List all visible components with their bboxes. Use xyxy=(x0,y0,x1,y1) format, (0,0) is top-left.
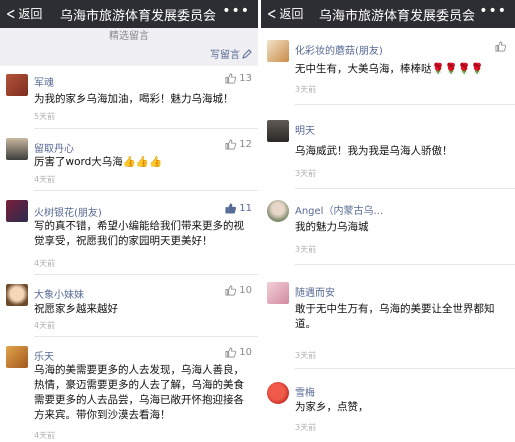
like-count: 13 xyxy=(239,73,252,84)
avatar[interactable] xyxy=(267,40,289,62)
avatar[interactable] xyxy=(267,282,289,304)
comment-text: 厉害了word大乌海👍👍👍 xyxy=(34,156,163,168)
write-bar: 写留言 xyxy=(0,46,258,66)
right-screen: < 返回 乌海市旅游体育发展委员会 ••• 化彩妆的蘑菇(朋友) 无中生有，大美… xyxy=(261,0,515,442)
comment-time: 4天前 xyxy=(34,431,56,440)
list-item: 随遇而安 敢于无中生万有，乌海的美要让全世界都知道。 3天前 xyxy=(261,280,515,370)
list-item: 留取丹心 12 厉害了word大乌海👍👍👍 4天前 xyxy=(0,136,258,188)
like-count: 12 xyxy=(239,139,252,150)
divider xyxy=(295,368,515,369)
comment-text: 乌海的美需要更多的人去发现，乌海人善良，热情，豪迈需要更多的人去了解，乌海的美食… xyxy=(34,364,244,421)
comment-time: 3天前 xyxy=(295,85,317,94)
divider xyxy=(34,336,258,337)
list-item: 乐天 10 乌海的美需要更多的人去发现，乌海人善良，热情，豪迈需要更多的人去了解… xyxy=(0,342,258,442)
divider xyxy=(34,190,258,191)
thumbs-up-icon xyxy=(225,203,237,214)
avatar[interactable] xyxy=(6,74,28,96)
commenter-name[interactable]: 明天 xyxy=(295,122,315,137)
avatar[interactable] xyxy=(267,200,289,222)
commenter-name[interactable]: 大象小妹妹 xyxy=(34,286,84,301)
comment-time: 3天前 xyxy=(295,169,317,178)
thumbs-up-icon xyxy=(225,139,237,150)
comment-text: 祝愿家乡越来越好 xyxy=(34,303,118,315)
commenter-name[interactable]: 雪梅 xyxy=(295,384,315,399)
comment-time: 4天前 xyxy=(34,175,56,184)
thumbs-up-icon xyxy=(225,347,237,358)
page-title: 乌海市旅游体育发展委员会 xyxy=(319,9,476,24)
comment-text: 无中生有，大美乌海，棒棒哒🌹🌹🌹🌹 xyxy=(295,63,484,75)
back-label: 返回 xyxy=(18,7,43,21)
commenter-name[interactable]: 化彩妆的蘑菇(朋友) xyxy=(295,42,383,57)
like-button[interactable]: 10 xyxy=(225,285,252,296)
chevron-left-icon: < xyxy=(6,3,16,23)
comment-time: 5天前 xyxy=(34,112,56,121)
comment-time: 4天前 xyxy=(34,259,56,268)
thumbs-up-icon xyxy=(225,73,237,84)
comment-time: 3天前 xyxy=(295,423,317,432)
comment-time: 3天前 xyxy=(295,245,317,254)
like-button[interactable] xyxy=(495,41,509,52)
list-item: Angel（内蒙古乌... 我的魅力乌海城 3天前 xyxy=(261,198,515,264)
like-count: 10 xyxy=(239,285,252,296)
avatar[interactable] xyxy=(6,284,28,306)
like-button[interactable]: 11 xyxy=(225,203,252,214)
divider xyxy=(295,104,515,105)
more-icon[interactable]: ••• xyxy=(479,3,507,19)
divider xyxy=(34,128,258,129)
avatar[interactable] xyxy=(6,138,28,160)
divider xyxy=(34,274,258,275)
avatar[interactable] xyxy=(267,120,289,142)
like-button[interactable]: 12 xyxy=(225,139,252,150)
avatar[interactable] xyxy=(6,346,28,368)
page-title: 乌海市旅游体育发展委员会 xyxy=(60,9,217,24)
like-button[interactable]: 13 xyxy=(225,73,252,84)
commenter-name[interactable]: 随遇而安 xyxy=(295,284,335,299)
back-button[interactable]: < 返回 xyxy=(4,5,42,22)
comment-time: 3天前 xyxy=(295,351,317,360)
more-icon[interactable]: ••• xyxy=(222,3,250,19)
write-label: 写留言 xyxy=(210,50,240,61)
avatar[interactable] xyxy=(6,200,28,222)
commenter-name[interactable]: 留取丹心 xyxy=(34,140,74,155)
left-screen: < 返回 乌海市旅游体育发展委员会 ••• 精选留言 写留言 军魂 13 为我的… xyxy=(0,0,258,442)
like-count: 11 xyxy=(239,203,252,214)
thumbs-up-icon xyxy=(495,41,506,52)
write-comment-button[interactable]: 写留言 xyxy=(210,46,252,61)
avatar[interactable] xyxy=(267,382,289,404)
top-bar: < 返回 乌海市旅游体育发展委员会 ••• xyxy=(261,0,515,28)
comment-text: 敢于无中生万有，乌海的美要让全世界都知道。 xyxy=(295,303,495,330)
commenter-name[interactable]: 军魂 xyxy=(34,74,54,89)
like-count: 10 xyxy=(239,347,252,358)
list-item: 军魂 13 为我的家乡乌海加油，喝彩！魅力乌海城！ 5天前 xyxy=(0,72,258,126)
list-item: 化彩妆的蘑菇(朋友) 无中生有，大美乌海，棒棒哒🌹🌹🌹🌹 3天前 xyxy=(261,38,515,100)
list-item: 火树银花(朋友) 11 写的真不错，希望小编能给我们带来更多的视觉享受，祝愿我们… xyxy=(0,198,258,274)
back-label: 返回 xyxy=(279,7,304,21)
comment-text: 为我的家乡乌海加油，喝彩！魅力乌海城！ xyxy=(34,93,234,105)
comment-text: 写的真不错，希望小编能给我们带来更多的视觉享受，祝愿我们的家园明天更美好！ xyxy=(34,220,244,247)
comment-list: 军魂 13 为我的家乡乌海加油，喝彩！魅力乌海城！ 5天前 留取丹心 12 厉害… xyxy=(0,66,258,442)
comment-time: 4天前 xyxy=(34,321,56,330)
list-item: 雪梅 为家乡，点赞， 3天前 xyxy=(261,378,515,442)
list-item: 明天 乌海威武！我为我是乌海人骄傲！ 3天前 xyxy=(261,118,515,188)
top-bar: < 返回 乌海市旅游体育发展委员会 ••• xyxy=(0,0,258,28)
thumbs-up-icon xyxy=(225,285,237,296)
divider xyxy=(295,264,515,265)
comment-text: 我的魅力乌海城 xyxy=(295,221,369,233)
pencil-icon xyxy=(242,48,252,59)
back-button[interactable]: < 返回 xyxy=(265,5,303,22)
comment-text: 乌海威武！我为我是乌海人骄傲！ xyxy=(295,145,453,157)
list-item: 大象小妹妹 10 祝愿家乡越来越好 4天前 xyxy=(0,280,258,330)
divider xyxy=(295,188,515,189)
like-button[interactable]: 10 xyxy=(225,347,252,358)
commenter-name[interactable]: Angel（内蒙古乌... xyxy=(295,202,383,217)
comment-list: 化彩妆的蘑菇(朋友) 无中生有，大美乌海，棒棒哒🌹🌹🌹🌹 3天前 明天 乌海威武… xyxy=(261,28,515,442)
section-label: 精选留言 xyxy=(0,28,258,46)
chevron-left-icon: < xyxy=(267,3,277,23)
comment-text: 为家乡，点赞， xyxy=(295,401,369,413)
commenter-name[interactable]: 乐天 xyxy=(34,348,54,363)
commenter-name[interactable]: 火树银花(朋友) xyxy=(34,204,102,219)
